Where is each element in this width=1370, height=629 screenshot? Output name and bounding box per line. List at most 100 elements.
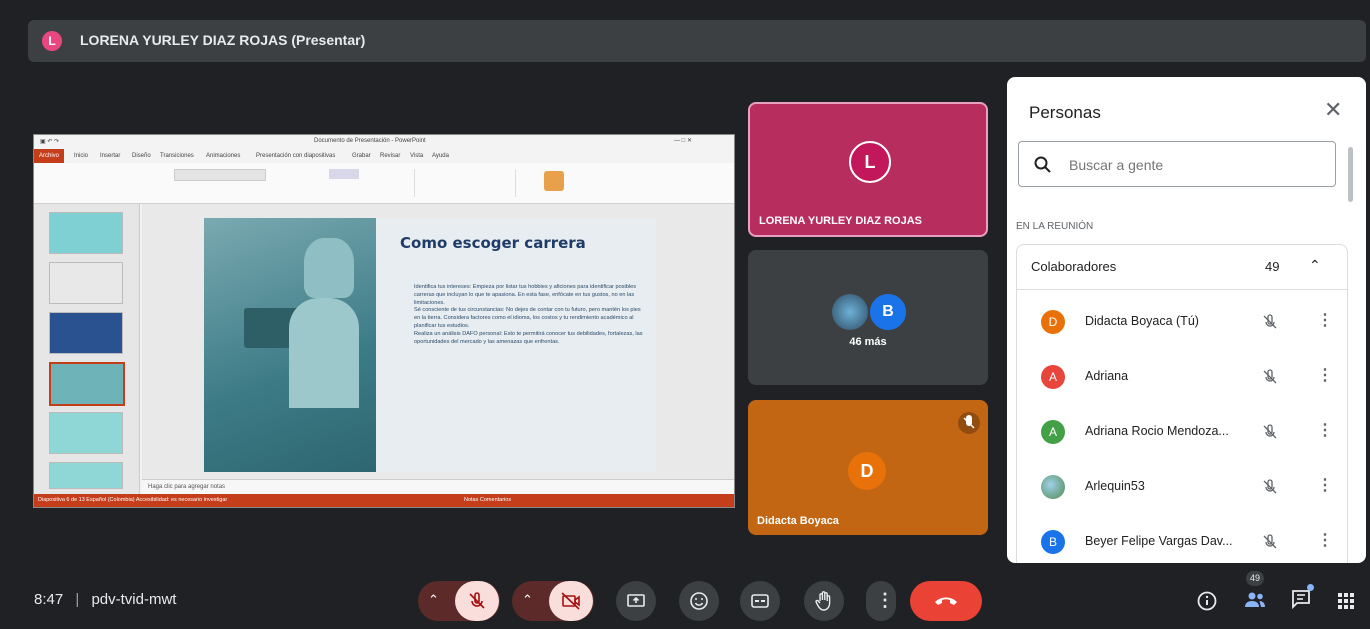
ppt-tab: Ayuda xyxy=(432,153,449,159)
mic-toggle-button[interactable] xyxy=(455,581,499,621)
separator: | xyxy=(75,591,80,608)
close-icon[interactable]: ✕ xyxy=(1324,97,1342,123)
notes-placeholder: Haga clic para agregar notas xyxy=(148,484,226,490)
mic-options-chevron-icon[interactable]: ⌃ xyxy=(428,592,439,608)
collaborators-header[interactable]: Colaboradores 49 ⌃ xyxy=(1017,245,1347,290)
search-input[interactable] xyxy=(1067,154,1321,176)
status-right: Notas Comentarios xyxy=(464,497,512,503)
present-button[interactable] xyxy=(616,581,656,621)
more-vert-icon[interactable]: ⋮ xyxy=(1317,530,1333,550)
ppt-ribbon xyxy=(34,163,734,204)
ppt-tab: Insertar xyxy=(100,153,121,159)
participant-tile-presenter[interactable]: L LORENA YURLEY DIAZ ROJAS xyxy=(748,102,988,237)
participant-name: Beyer Felipe Vargas Dav... xyxy=(1085,534,1233,548)
more-options-button[interactable]: ⋮ xyxy=(866,581,896,621)
more-vert-icon[interactable]: ⋮ xyxy=(1317,310,1333,330)
mic-off-icon xyxy=(1263,369,1277,384)
camera-options-chevron-icon[interactable]: ⌃ xyxy=(522,592,533,608)
meeting-code: pdv-tvid-mwt xyxy=(91,591,177,608)
activities-button[interactable] xyxy=(1336,591,1356,616)
panel-title: Personas xyxy=(1029,103,1101,122)
participant-row[interactable]: D Didacta Boyaca (Tú) ⋮ xyxy=(1017,295,1347,350)
end-call-icon xyxy=(935,597,957,605)
ppt-notes: Haga clic para agregar notas xyxy=(142,479,734,495)
people-search[interactable] xyxy=(1018,141,1336,187)
slide-photo xyxy=(204,218,376,472)
shared-screen: ▣ ↶ ↷ Documento de Presentación - PowerP… xyxy=(33,134,735,508)
ppt-statusbar: Diapositiva 6 de 13 Español (Colombia) A… xyxy=(34,494,734,507)
slide-thumbnail xyxy=(49,412,123,454)
participant-name: Arlequin53 xyxy=(1085,479,1145,493)
participant-name: Adriana Rocio Mendoza... xyxy=(1085,424,1229,438)
ppt-tab: Vista xyxy=(410,153,424,159)
end-call-button[interactable] xyxy=(910,581,982,621)
participant-row[interactable]: A Adriana ⋮ xyxy=(1017,350,1347,405)
people-button[interactable]: 49 xyxy=(1235,571,1275,618)
presenter-title: LORENA YURLEY DIAZ ROJAS (Presentar) xyxy=(80,32,366,48)
participant-name: Didacta Boyaca (Tú) xyxy=(1085,314,1199,328)
panel-scrollbar[interactable] xyxy=(1348,147,1353,202)
presenter-bar: L LORENA YURLEY DIAZ ROJAS (Presentar) xyxy=(28,20,1366,62)
ppt-tab: Inicio xyxy=(74,153,89,159)
search-icon xyxy=(1034,156,1051,173)
participant-avatar: A xyxy=(1041,365,1065,389)
ppt-titlebar: ▣ ↶ ↷ Documento de Presentación - PowerP… xyxy=(34,135,734,150)
meeting-details-button[interactable] xyxy=(1196,590,1218,617)
tile-avatar: L xyxy=(849,141,891,183)
ppt-tab: Animaciones xyxy=(206,153,241,159)
chevron-up-icon[interactable]: ⌃ xyxy=(1309,257,1321,274)
ppt-tab: Transiciones xyxy=(160,153,194,159)
slide-bullets: Identifica tus intereses: Empieza por li… xyxy=(414,284,644,346)
tile-mic-off-icon xyxy=(958,412,980,434)
camera-control-group: ⌃ xyxy=(512,581,594,621)
ppt-tab: Diseño xyxy=(132,153,151,159)
mic-off-icon xyxy=(1263,314,1277,329)
mic-off-icon xyxy=(1263,479,1277,494)
more-vert-icon[interactable]: ⋮ xyxy=(1317,420,1333,440)
ppt-slide-thumbnails xyxy=(34,204,140,494)
group-label: Colaboradores xyxy=(1031,259,1117,274)
participant-avatar: A xyxy=(1041,420,1065,444)
raise-hand-button[interactable] xyxy=(804,581,844,621)
photo-avatar-icon xyxy=(1041,475,1065,499)
emoji-icon xyxy=(690,592,708,610)
tile-others-label: 46 más xyxy=(849,336,887,348)
slide-bullet: Identifica tus intereses: Empieza por li… xyxy=(414,284,636,306)
captions-button[interactable] xyxy=(740,581,780,621)
chat-button[interactable] xyxy=(1288,584,1316,612)
people-icon xyxy=(1245,592,1265,607)
participant-row[interactable]: A Adriana Rocio Mendoza... ⋮ xyxy=(1017,405,1347,460)
tile-avatar: B xyxy=(868,292,908,332)
ppt-tab: Revisar xyxy=(380,153,401,159)
emoji-button[interactable] xyxy=(679,581,719,621)
slide-heading: Como escoger carrera xyxy=(400,234,586,252)
chat-notification-dot xyxy=(1307,584,1314,591)
slide-bullet: Sé consciente de tus circunstancias: No … xyxy=(414,307,641,329)
ppt-ribbon-tabs: Archivo Inicio Insertar Diseño Transicio… xyxy=(34,149,734,163)
participant-tile-self[interactable]: D Didacta Boyaca xyxy=(748,400,988,535)
mic-off-icon xyxy=(1263,534,1277,549)
section-label: EN LA REUNIÓN xyxy=(1016,221,1094,232)
raise-hand-icon xyxy=(815,591,831,611)
captions-icon xyxy=(751,594,769,608)
participant-avatar: D xyxy=(1041,310,1065,334)
photo-avatar-icon xyxy=(832,294,868,330)
more-vert-icon[interactable]: ⋮ xyxy=(1317,365,1333,385)
tile-name: LORENA YURLEY DIAZ ROJAS xyxy=(759,215,922,227)
ppt-tab-file: Archivo xyxy=(34,149,64,163)
mic-off-icon xyxy=(1263,424,1277,439)
present-icon xyxy=(627,594,645,607)
mic-control-group: ⌃ xyxy=(418,581,500,621)
slide-thumbnail-selected xyxy=(49,362,125,406)
slide-thumbnail xyxy=(49,212,123,254)
camera-toggle-button[interactable] xyxy=(549,581,593,621)
slide-bullet: Realiza un análisis DAFO personal: Esto … xyxy=(414,330,643,345)
activities-icon xyxy=(1338,593,1354,609)
participant-tile-others[interactable]: B 46 más xyxy=(748,250,988,385)
participant-row[interactable]: B Beyer Felipe Vargas Dav... ⋮ xyxy=(1017,515,1347,563)
participant-row[interactable]: Arlequin53 ⋮ xyxy=(1017,460,1347,515)
participant-avatar: B xyxy=(1041,530,1065,554)
more-vert-icon[interactable]: ⋮ xyxy=(1317,475,1333,495)
slide-thumbnail xyxy=(49,462,123,489)
slide: Como escoger carrera Identifica tus inte… xyxy=(204,218,656,472)
